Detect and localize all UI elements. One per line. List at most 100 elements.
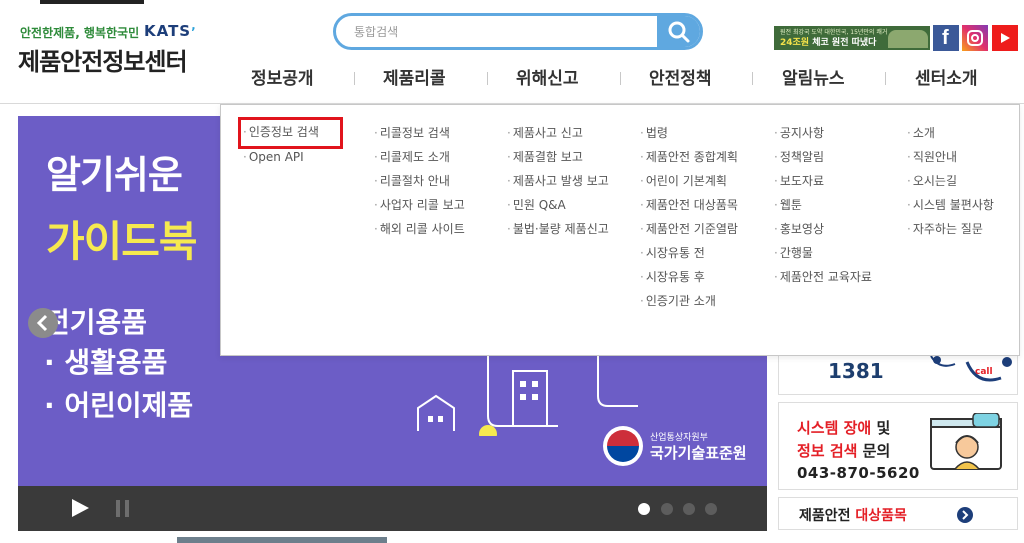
slide-title-line2: 가이드북 [46, 217, 198, 266]
menu-bullet: · [374, 222, 378, 236]
system-error-inquiry-box[interactable]: 시스템 장애 및 정보 검색 문의 043-870-5620 [778, 402, 1018, 490]
menu-link[interactable]: · 제품안전 대상품목 [640, 193, 738, 217]
top-accent-bar [40, 0, 144, 4]
slide-dot-4[interactable] [705, 503, 717, 515]
search-input[interactable] [354, 22, 654, 42]
gnb-hazard-report[interactable]: 위해신고 [516, 64, 579, 89]
gnb-divider [620, 72, 621, 85]
menu-link[interactable]: · 리콜제도 소개 [374, 145, 465, 169]
slide-dot-1[interactable] [638, 503, 650, 515]
menu-link[interactable]: · 자주하는 질문 [907, 217, 994, 241]
menu-link[interactable]: · 리콜정보 검색 [374, 121, 465, 145]
menu-label: 자주하는 질문 [912, 222, 983, 236]
menu-bullet: · [507, 150, 511, 164]
menu-link[interactable]: · 해외 리콜 사이트 [374, 217, 465, 241]
slide-dot-3[interactable] [683, 503, 695, 515]
menu-label: 시스템 불편사항 [912, 198, 994, 212]
menu-bullet: · [640, 222, 644, 236]
menu-link[interactable]: · 인증기관 소개 [640, 289, 738, 313]
menu-label: 리콜정보 검색 [379, 126, 450, 140]
slide-prev-button[interactable] [28, 308, 58, 338]
facebook-icon[interactable]: f [933, 25, 959, 51]
menu-link[interactable]: · 제품결함 보고 [507, 145, 609, 169]
menu-link[interactable]: · 불법·불량 제품신고 [507, 217, 609, 241]
kats-logo-text: KATS [144, 22, 192, 40]
gnb-divider [354, 72, 355, 85]
menu-col-info: · Open API [243, 145, 304, 169]
menu-link[interactable]: · 사업자 리콜 보고 [374, 193, 465, 217]
instagram-icon[interactable] [962, 25, 988, 51]
kats-logo[interactable]: KATSʼ [144, 22, 197, 40]
menu-open-api[interactable]: · Open API [243, 145, 304, 169]
menu-label: 제품사고 발생 보고 [512, 174, 609, 188]
menu-link[interactable]: · 법령 [640, 121, 738, 145]
menu-col-report: · 제품사고 신고 · 제품결함 보고 · 제품사고 발생 보고 · 민원 Q&A · 불법·불량… [507, 121, 609, 241]
menu-link[interactable]: · 오시는길 [907, 169, 994, 193]
menu-link[interactable]: · 시장유통 후 [640, 265, 738, 289]
menu-link[interactable]: · 민원 Q&A [507, 193, 609, 217]
menu-link[interactable]: · 시장유통 전 [640, 241, 738, 265]
menu-link[interactable]: · 직원안내 [907, 145, 994, 169]
menu-bullet: · [374, 198, 378, 212]
menu-link[interactable]: · 제품안전 교육자료 [774, 265, 872, 289]
safety-target-items-box[interactable]: 제품안전 대상품목 [778, 497, 1018, 530]
menu-label: 시장유통 전 [645, 246, 705, 260]
site-title[interactable]: 제품안전정보센터 [18, 42, 188, 77]
banner-line2-rest: 체코 원전 따냈다 [809, 38, 877, 48]
menu-link[interactable]: · 제품사고 발생 보고 [507, 169, 609, 193]
menu-label: 시장유통 후 [645, 270, 705, 284]
error-inquiry-line2: 정보 검색 문의 [797, 440, 890, 461]
search-button[interactable] [657, 16, 700, 47]
play-icon[interactable] [72, 499, 89, 517]
menu-col-center: · 소개 · 직원안내 · 오시는길 · 시스템 불편사항 · 자주하는 질문 [907, 121, 994, 241]
call-center-number: 1381 [828, 359, 884, 383]
gnb-product-recall[interactable]: 제품리콜 [383, 64, 446, 89]
menu-link[interactable]: · 소개 [907, 121, 994, 145]
menu-link[interactable]: · 보도자료 [774, 169, 872, 193]
logo-slogan[interactable]: 안전한제품, 행복한국민 [20, 24, 139, 41]
menu-link[interactable]: · 어린이 기본계획 [640, 169, 738, 193]
gnb-news[interactable]: 알림뉴스 [782, 64, 845, 89]
menu-label: 제품안전 대상품목 [645, 198, 738, 212]
menu-bullet: · [907, 174, 911, 188]
menu-link[interactable]: · 홍보영상 [774, 217, 872, 241]
menu-label: 제품사고 신고 [512, 126, 583, 140]
error-inquiry-line1: 시스템 장애 및 [797, 417, 890, 438]
banner-highlight: 24조원 [780, 38, 810, 48]
slide-bullet-children: · 어린이제품 [44, 389, 194, 422]
menu-label: 사업자 리콜 보고 [379, 198, 465, 212]
menu-label: 해외 리콜 사이트 [379, 222, 465, 236]
menu-link[interactable]: · 시스템 불편사항 [907, 193, 994, 217]
call-center-icon: call [930, 356, 1012, 382]
slide-dot-2[interactable] [661, 503, 673, 515]
gnb-safety-policy[interactable]: 안전정책 [649, 64, 712, 89]
menu-label: 제품안전 종합계획 [645, 150, 738, 164]
youtube-icon[interactable] [992, 25, 1018, 51]
gnb-info-disclosure[interactable]: 정보공개 [251, 64, 314, 89]
search-icon [668, 21, 690, 43]
slide-title-line1: 알기쉬운 [46, 153, 183, 197]
menu-link[interactable]: · 제품안전 종합계획 [640, 145, 738, 169]
chevron-right-icon[interactable] [957, 507, 973, 523]
pause-icon[interactable] [116, 500, 130, 517]
menu-link[interactable]: · 간행물 [774, 241, 872, 265]
menu-link[interactable]: · 제품안전 기준열람 [640, 217, 738, 241]
call-center-box[interactable]: 1381 call [778, 356, 1018, 395]
nuclear-news-banner[interactable]: 원전 최강국 도약 대한민국, 15년만의 쾌거 24조원 체코 원전 따냈다 [774, 26, 930, 50]
menu-link[interactable]: · 정책알림 [774, 145, 872, 169]
menu-bullet: · [640, 246, 644, 260]
menu-bullet: · [774, 126, 778, 140]
menu-bullet: · [374, 174, 378, 188]
menu-label: 어린이 기본계획 [645, 174, 727, 188]
menu-label: 간행물 [779, 246, 813, 260]
menu-link[interactable]: · 리콜절차 안내 [374, 169, 465, 193]
menu-cert-search[interactable]: · 인증정보 검색 [241, 120, 340, 144]
menu-link[interactable]: · 공지사항 [774, 121, 872, 145]
menu-bullet: · [640, 126, 644, 140]
menu-link[interactable]: · 웹툰 [774, 193, 872, 217]
menu-label: 홍보영상 [779, 222, 824, 236]
menu-label: 리콜절차 안내 [379, 174, 450, 188]
menu-label: 웹툰 [779, 198, 802, 212]
gnb-center-intro[interactable]: 센터소개 [915, 64, 978, 89]
menu-link[interactable]: · 제품사고 신고 [507, 121, 609, 145]
